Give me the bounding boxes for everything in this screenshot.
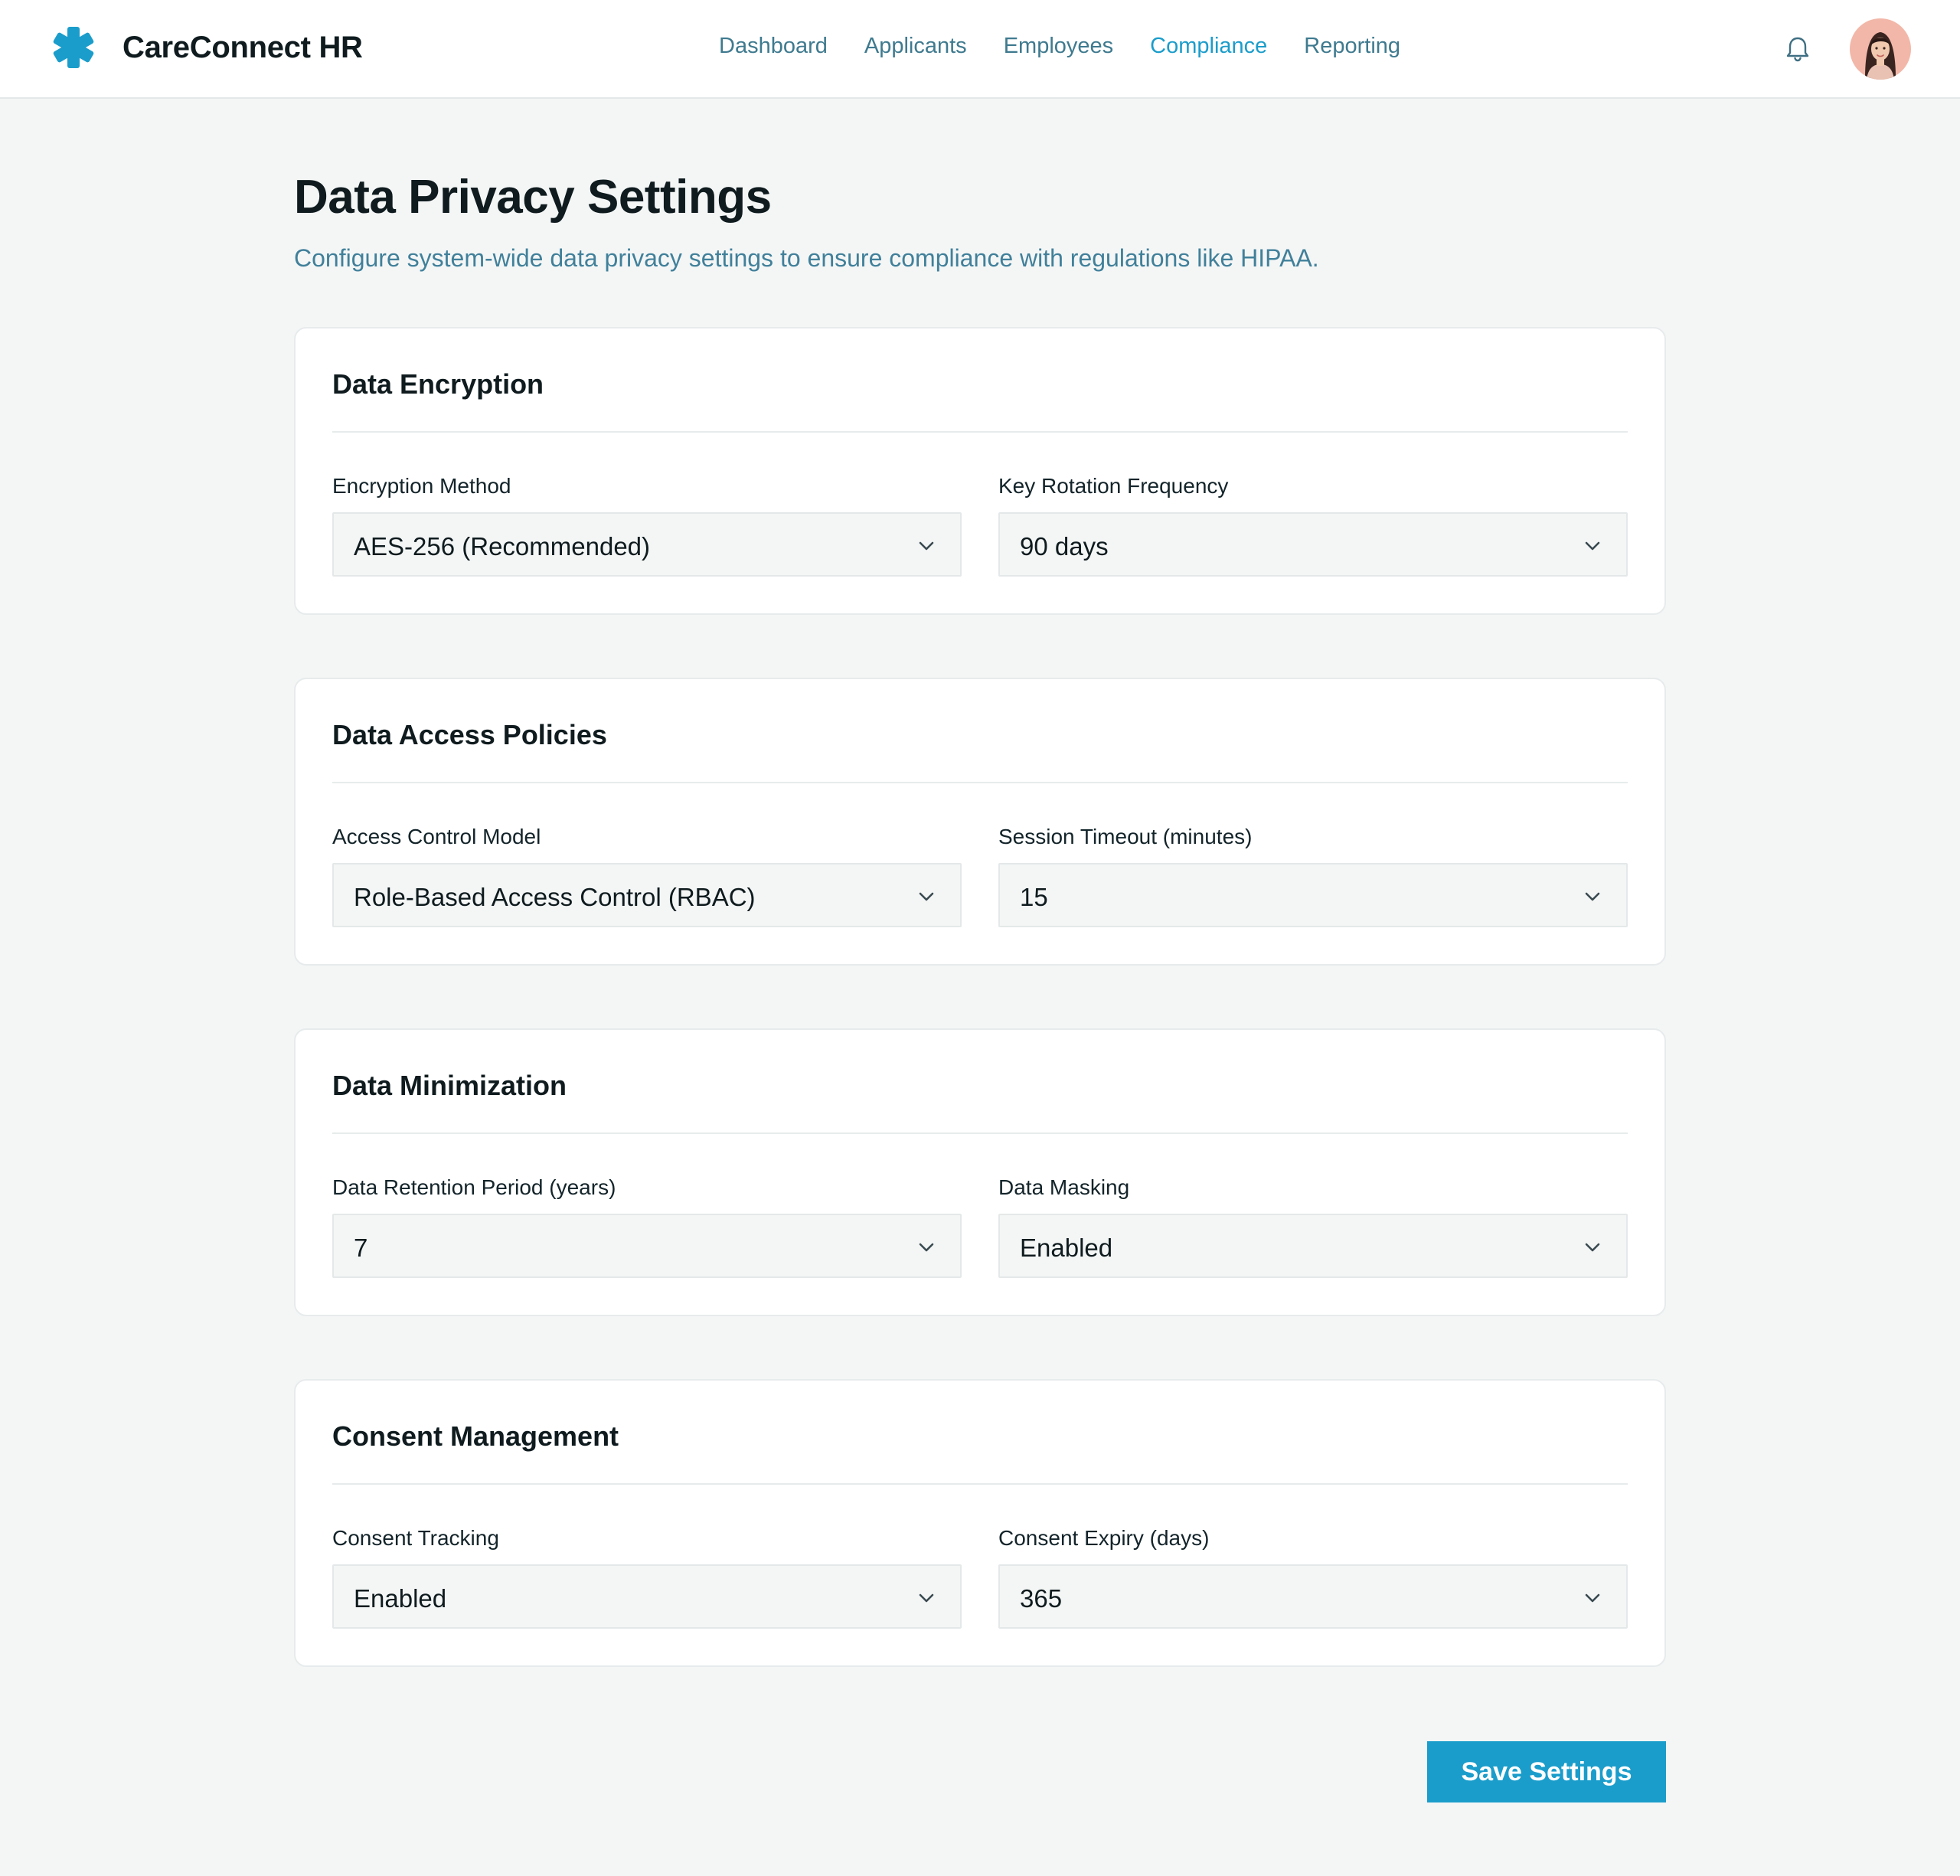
encryption-method-label: Encryption Method — [332, 474, 511, 498]
app-name: CareConnect HR — [122, 30, 363, 64]
section-divider — [332, 1132, 1628, 1134]
chevron-down-icon — [1585, 1593, 1600, 1603]
data-masking-label: Data Masking — [998, 1175, 1130, 1199]
section-data-access-policies: Data Access Policies Access Control Mode… — [294, 678, 1666, 966]
section-title: Data Access Policies — [332, 719, 607, 750]
nav-item-reporting[interactable]: Reporting — [1304, 34, 1400, 59]
encryption-method-select[interactable]: AES-256 (Recommended) — [332, 512, 962, 577]
access-control-model-value: Role-Based Access Control (RBAC) — [354, 883, 756, 911]
bell-icon[interactable] — [1782, 34, 1813, 64]
session-timeout-select[interactable]: 15 — [998, 863, 1628, 927]
brand[interactable]: CareConnect HR — [52, 26, 363, 69]
page-title: Data Privacy Settings — [294, 171, 772, 224]
section-divider — [332, 431, 1628, 433]
section-divider — [332, 782, 1628, 783]
section-title: Data Minimization — [332, 1070, 567, 1101]
consent-expiry-value: 365 — [1020, 1584, 1063, 1613]
save-settings-button[interactable]: Save Settings — [1427, 1741, 1666, 1802]
section-divider — [332, 1483, 1628, 1485]
section-consent-management: Consent Management Consent Tracking Enab… — [294, 1379, 1666, 1667]
medical-star-logo-icon — [53, 27, 94, 68]
data-masking-select[interactable]: Enabled — [998, 1214, 1628, 1278]
main-nav: Dashboard Applicants Employees Complianc… — [719, 34, 1437, 59]
data-masking-value: Enabled — [1020, 1234, 1113, 1262]
nav-item-dashboard[interactable]: Dashboard — [719, 34, 828, 59]
access-control-model-label: Access Control Model — [332, 825, 541, 848]
data-retention-period-select[interactable]: 7 — [332, 1214, 962, 1278]
user-avatar[interactable] — [1850, 18, 1911, 80]
session-timeout-value: 15 — [1020, 883, 1048, 911]
data-retention-period-value: 7 — [354, 1234, 368, 1262]
consent-expiry-select[interactable]: 365 — [998, 1564, 1628, 1629]
key-rotation-frequency-value: 90 days — [1020, 532, 1109, 561]
section-data-encryption: Data Encryption Encryption Method AES-25… — [294, 327, 1666, 615]
data-retention-period-label: Data Retention Period (years) — [332, 1175, 616, 1199]
encryption-method-value: AES-256 (Recommended) — [354, 532, 651, 561]
key-rotation-frequency-select[interactable]: 90 days — [998, 512, 1628, 577]
consent-tracking-label: Consent Tracking — [332, 1526, 499, 1550]
chevron-down-icon — [919, 541, 934, 551]
page-subtitle: Configure system-wide data privacy setti… — [294, 244, 1319, 272]
consent-tracking-value: Enabled — [354, 1584, 447, 1613]
top-navigation-bar: CareConnect HR Dashboard Applicants Empl… — [0, 0, 1960, 99]
session-timeout-label: Session Timeout (minutes) — [998, 825, 1253, 848]
key-rotation-frequency-label: Key Rotation Frequency — [998, 474, 1229, 498]
nav-item-compliance[interactable]: Compliance — [1150, 34, 1267, 59]
section-title: Data Encryption — [332, 368, 544, 400]
access-control-model-select[interactable]: Role-Based Access Control (RBAC) — [332, 863, 962, 927]
consent-expiry-label: Consent Expiry (days) — [998, 1526, 1210, 1550]
section-data-minimization: Data Minimization Data Retention Period … — [294, 1028, 1666, 1316]
chevron-down-icon — [1585, 541, 1600, 551]
chevron-down-icon — [1585, 1243, 1600, 1252]
chevron-down-icon — [919, 892, 934, 901]
section-title: Consent Management — [332, 1420, 619, 1452]
consent-tracking-select[interactable]: Enabled — [332, 1564, 962, 1629]
nav-item-employees[interactable]: Employees — [1004, 34, 1113, 59]
chevron-down-icon — [1585, 892, 1600, 901]
chevron-down-icon — [919, 1243, 934, 1252]
nav-item-applicants[interactable]: Applicants — [864, 34, 967, 59]
chevron-down-icon — [919, 1593, 934, 1603]
